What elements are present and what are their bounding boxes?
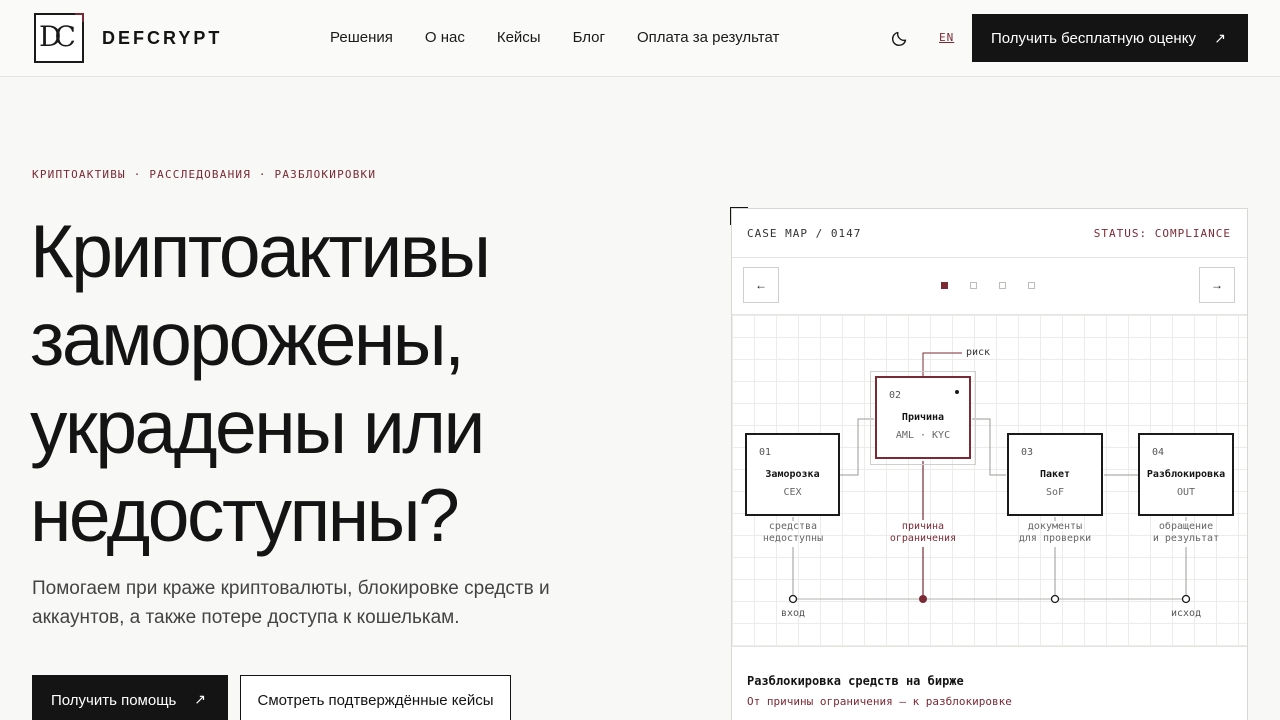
slide-dot-2[interactable] — [970, 282, 977, 289]
case-title: Разблокировка средств на бирже — [747, 674, 964, 688]
nav-item-pay-for-result[interactable]: Оплата за результат — [637, 29, 779, 47]
logo-corner-accent — [75, 13, 84, 22]
timeline-end-label: исход — [1171, 608, 1202, 619]
headline-line: Криптоактивы — [30, 209, 491, 293]
brand-name[interactable]: DEFCRYPT — [102, 28, 222, 48]
arrow-up-right-icon: ↗ — [1214, 30, 1226, 46]
node-code: CEX — [783, 487, 802, 498]
nav-item-blog[interactable]: Блог — [573, 29, 605, 47]
flow-node-freeze[interactable]: 01 Заморозка CEX — [745, 433, 840, 516]
case-map-header: CASE MAP / 0147 STATUS: COMPLIANCE — [732, 209, 1247, 258]
hero-headline: Криптоактивы заморожены, украдены или не… — [30, 207, 670, 559]
node-number: 02 — [889, 390, 902, 401]
active-dot-icon — [955, 390, 959, 394]
node-title: Пакет — [1039, 469, 1071, 480]
node-title: Причина — [901, 412, 945, 423]
node-caption: причина ограничения — [868, 521, 978, 545]
view-cases-label: Смотреть подтверждённые кейсы — [257, 691, 494, 709]
case-flow-diagram: риск 01 Заморозка CEX 02 Причина AML · K… — [732, 315, 1247, 647]
logo-letters: DC — [39, 20, 76, 53]
nav-item-solutions[interactable]: Решения — [330, 29, 393, 47]
hero-kicker: КРИПТОАКТИВЫ · РАССЛЕДОВАНИЯ · РАЗБЛОКИР… — [32, 168, 377, 181]
node-number: 03 — [1021, 447, 1034, 458]
nav-item-cases[interactable]: Кейсы — [497, 29, 541, 47]
free-assessment-label: Получить бесплатную оценку — [991, 29, 1196, 47]
caption-line: для проверки — [1018, 533, 1092, 544]
free-assessment-button[interactable]: Получить бесплатную оценку ↗ — [972, 14, 1248, 62]
arrow-right-icon: → — [1211, 278, 1223, 292]
arrow-up-right-icon: ↗ — [194, 691, 206, 707]
node-caption: обращение и результат — [1131, 521, 1241, 545]
headline-line: украдены или — [30, 385, 485, 469]
site-header: DC DEFCRYPT Решения О нас Кейсы Блог Опл… — [0, 0, 1280, 77]
slide-dot-3[interactable] — [999, 282, 1006, 289]
case-id: CASE MAP / 0147 — [747, 227, 862, 240]
node-title: Разблокировка — [1146, 469, 1226, 480]
node-number: 01 — [759, 447, 772, 458]
slide-dot-1[interactable] — [941, 282, 948, 289]
language-switch[interactable]: EN — [939, 31, 954, 44]
logo-icon[interactable]: DC — [34, 13, 84, 63]
node-caption: средства недоступны — [738, 521, 848, 545]
node-title: Заморозка — [765, 469, 820, 480]
node-number: 04 — [1152, 447, 1165, 458]
view-cases-button[interactable]: Смотреть подтверждённые кейсы — [240, 675, 511, 720]
status-badge: STATUS: COMPLIANCE — [1093, 227, 1231, 240]
case-map-card: CASE MAP / 0147 STATUS: COMPLIANCE ← → р… — [731, 208, 1248, 720]
node-code: SoF — [1045, 487, 1065, 498]
risk-label: риск — [966, 347, 991, 358]
flow-node-unlock[interactable]: 04 Разблокировка OUT — [1138, 433, 1234, 516]
headline-line: заморожены, — [30, 297, 465, 381]
caption-line: причина — [901, 521, 945, 532]
node-caption: документы для проверки — [1000, 521, 1110, 545]
next-slide-button[interactable]: → — [1199, 267, 1235, 303]
flow-node-cause[interactable]: 02 Причина AML · KYC — [875, 376, 971, 459]
carousel-controls: ← → — [732, 258, 1247, 315]
case-subtitle: От причины ограничения — к разблокировке — [747, 695, 1012, 708]
caption-line: ограничения — [889, 533, 957, 544]
timeline-start-label: вход — [781, 608, 806, 619]
get-help-button[interactable]: Получить помощь ↗ — [32, 675, 228, 720]
arrow-left-icon: ← — [755, 278, 767, 292]
hero-subtitle: Помогаем при краже криптовалюты, блокиро… — [32, 578, 550, 628]
caption-line: документы — [1027, 521, 1083, 532]
caption-line: недоступны — [762, 533, 824, 544]
moon-icon[interactable] — [891, 29, 909, 47]
prev-slide-button[interactable]: ← — [743, 267, 779, 303]
flow-node-package[interactable]: 03 Пакет SoF — [1007, 433, 1103, 516]
caption-line: средства — [768, 521, 818, 532]
node-code: AML · KYC — [895, 430, 951, 441]
node-code: OUT — [1176, 487, 1196, 498]
caption-line: и результат — [1152, 533, 1220, 544]
caption-line: обращение — [1158, 521, 1214, 532]
headline-line: недоступны? — [30, 473, 460, 557]
get-help-label: Получить помощь — [51, 691, 177, 709]
slide-dot-4[interactable] — [1028, 282, 1035, 289]
main-nav: Решения О нас Кейсы Блог Оплата за резул… — [330, 29, 811, 47]
nav-item-about[interactable]: О нас — [425, 29, 465, 47]
